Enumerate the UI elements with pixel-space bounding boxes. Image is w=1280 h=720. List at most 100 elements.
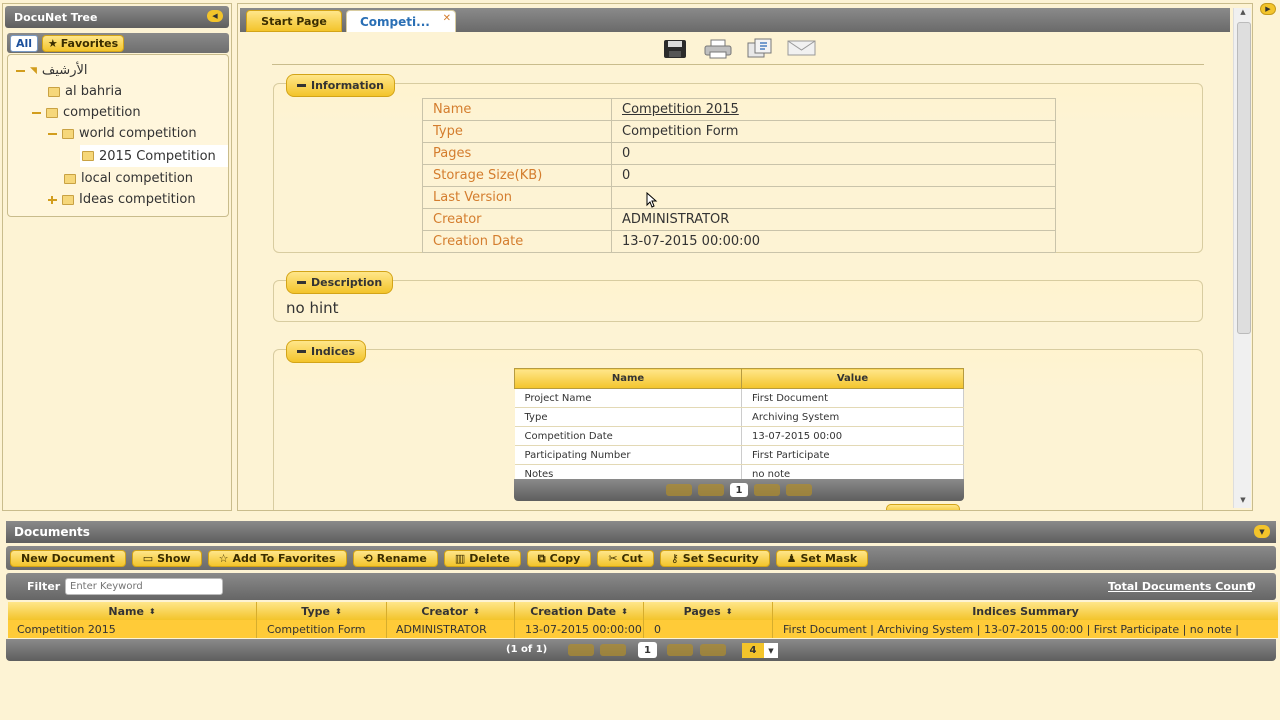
tree-item-label: الأرشيف — [41, 63, 88, 78]
tab-favorites[interactable]: ★ Favorites — [42, 35, 124, 52]
column-indices-summary[interactable]: Indices Summary — [773, 602, 1278, 620]
tab-competition[interactable]: Competi... ✕ — [346, 10, 456, 32]
information-table: Name Competition 2015 Type Competition Form… — [422, 98, 1056, 253]
tree-item-archive[interactable]: ◥ الأرشيف — [16, 63, 88, 78]
collapse-icon — [297, 281, 306, 284]
scrollbar-thumb[interactable] — [1237, 22, 1251, 334]
save-icon[interactable] — [663, 39, 687, 59]
next-page-icon[interactable] — [754, 484, 780, 496]
copy-icon[interactable] — [745, 37, 775, 59]
folder-icon — [62, 128, 74, 139]
indices-page-number[interactable]: 1 — [730, 483, 748, 497]
documents-header: Documents ▼ — [6, 521, 1276, 543]
tree-item-ideas-competition[interactable]: Ideas competition — [48, 192, 196, 207]
table-row[interactable]: Competition 2015 Competition Form ADMINI… — [8, 620, 1278, 638]
close-tab-icon[interactable]: ✕ — [443, 13, 451, 24]
filter-input[interactable] — [65, 578, 223, 595]
chevron-down-icon[interactable]: ▼ — [764, 643, 778, 658]
description-fieldset: Description no hint — [273, 271, 1203, 322]
collapse-right-icon[interactable]: ▶ — [1260, 3, 1276, 15]
table-row[interactable]: Type Archiving System — [514, 407, 964, 427]
cabinet-icon — [48, 86, 60, 97]
page-size-select[interactable]: 4 ▼ — [742, 643, 780, 658]
tab-all[interactable]: All — [10, 35, 38, 52]
last-page-icon[interactable] — [700, 644, 726, 656]
first-page-icon[interactable] — [666, 484, 692, 496]
collapse-toggle-icon[interactable] — [16, 69, 25, 72]
prev-page-icon[interactable] — [600, 644, 626, 656]
tree-header: DocuNet Tree ◀ — [5, 6, 229, 28]
next-page-icon[interactable] — [667, 644, 693, 656]
first-page-icon[interactable] — [568, 644, 594, 656]
scroll-down-icon[interactable]: ▼ — [1234, 496, 1252, 508]
delete-button[interactable]: ▥ Delete — [443, 550, 521, 567]
description-legend[interactable]: Description — [286, 271, 394, 294]
column-creator[interactable]: Creator ⬍ — [387, 602, 515, 620]
delete-label: Delete — [469, 552, 510, 565]
prev-page-icon[interactable] — [698, 484, 724, 496]
vertical-scrollbar[interactable]: ▲ ▼ — [1233, 8, 1251, 508]
tree-item-local-competition[interactable]: local competition — [64, 171, 193, 186]
description-text: no hint — [286, 299, 339, 317]
collapse-toggle-icon[interactable] — [48, 132, 57, 135]
cell-creator: ADMINISTRATOR — [387, 620, 515, 638]
show-button[interactable]: ▭ Show — [131, 550, 202, 567]
folder-icon — [64, 173, 76, 184]
column-name-label: Name — [108, 604, 144, 618]
indices-legend[interactable]: Indices — [286, 340, 367, 363]
copy-button[interactable]: ⧉ Copy — [526, 550, 592, 567]
scroll-up-icon[interactable]: ▲ — [1234, 8, 1252, 20]
rename-button[interactable]: ⟲ Rename — [352, 550, 438, 567]
rename-label: Rename — [376, 552, 427, 565]
column-type-label: Type — [301, 604, 330, 618]
indices-column-name[interactable]: Name — [514, 368, 742, 389]
table-row[interactable]: Participating Number First Participate — [514, 445, 964, 465]
tab-start-page[interactable]: Start Page — [246, 10, 342, 32]
indices-column-value[interactable]: Value — [741, 368, 964, 389]
column-type[interactable]: Type ⬍ — [257, 602, 387, 620]
column-name[interactable]: Name ⬍ — [8, 602, 257, 620]
cell-creation-date: 13-07-2015 00:00:00 — [515, 620, 644, 638]
indices-table: Name Value Project Name First Document Typ… — [514, 368, 964, 484]
next-section-legend — [886, 504, 960, 510]
column-creation-date[interactable]: Creation Date ⬍ — [515, 602, 644, 620]
mail-icon[interactable] — [787, 40, 817, 56]
column-pages[interactable]: Pages ⬍ — [644, 602, 773, 620]
total-documents-label[interactable]: Total Documents Count — [1108, 580, 1252, 593]
indices-fieldset: Indices Name Value Project Name First Doc… — [273, 340, 1203, 510]
table-row[interactable]: Competition Date 13-07-2015 00:00 — [514, 426, 964, 446]
documents-page-number[interactable]: 1 — [638, 642, 657, 658]
new-document-button[interactable]: New Document — [10, 550, 126, 567]
collapse-left-icon[interactable]: ◀ — [207, 10, 223, 22]
set-mask-button[interactable]: ♟ Set Mask — [775, 550, 869, 567]
column-indices-summary-label: Indices Summary — [972, 604, 1079, 618]
trash-icon: ▥ — [454, 552, 466, 565]
indices-cell-value: 13-07-2015 00:00 — [741, 426, 964, 446]
set-security-button[interactable]: ⚷ Set Security — [659, 550, 770, 567]
info-row: Creation Date 13-07-2015 00:00:00 — [422, 230, 1056, 253]
tree-item-competition[interactable]: competition — [32, 105, 141, 120]
info-key: Creation Date — [422, 230, 612, 253]
tree-item-2015-competition[interactable]: 2015 Competition — [80, 145, 228, 167]
description-legend-label: Description — [311, 276, 383, 289]
collapse-toggle-icon[interactable] — [32, 111, 41, 114]
column-pages-label: Pages — [683, 604, 721, 618]
expand-toggle-icon[interactable] — [48, 195, 57, 204]
tree-item-world-competition[interactable]: world competition — [48, 126, 197, 141]
last-page-icon[interactable] — [786, 484, 812, 496]
information-fieldset: Information Name Competition 2015 Type Comp… — [273, 74, 1203, 253]
main-panel: Start Page Competi... ✕ Information Name… — [237, 3, 1253, 511]
tree-item-al-bahria[interactable]: al bahria — [48, 84, 122, 99]
add-to-favorites-button[interactable]: ☆ Add To Favorites — [207, 550, 347, 567]
tree-item-label: al bahria — [65, 84, 123, 99]
table-row[interactable]: Project Name First Document — [514, 388, 964, 408]
information-legend-label: Information — [311, 79, 384, 92]
print-icon[interactable] — [703, 39, 733, 59]
document-name-link[interactable]: Competition 2015 — [611, 98, 1056, 121]
information-legend[interactable]: Information — [286, 74, 395, 97]
show-label: Show — [157, 552, 191, 565]
collapse-down-icon[interactable]: ▼ — [1254, 525, 1270, 538]
cut-button[interactable]: ✂ Cut — [597, 550, 654, 567]
star-icon: ★ — [47, 37, 58, 50]
indices-legend-label: Indices — [311, 345, 356, 358]
